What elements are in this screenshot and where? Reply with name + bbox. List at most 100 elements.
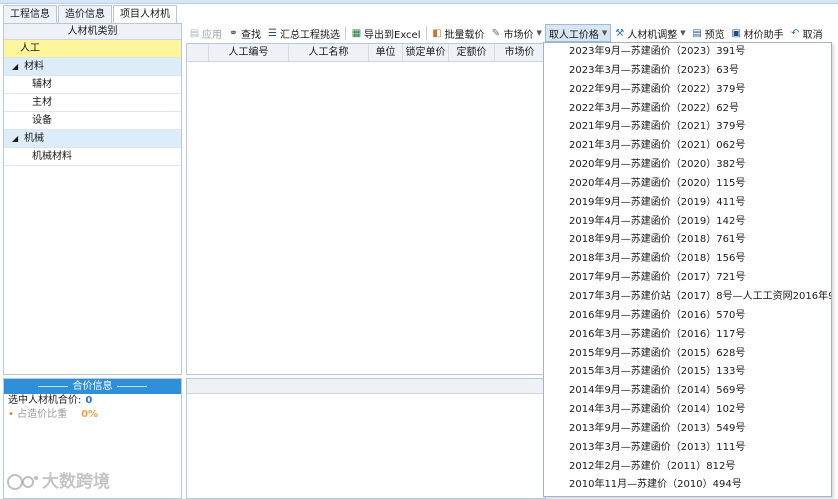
menu-item-labor-price[interactable]: 2017年9月—苏建函价（2017）721号	[544, 269, 831, 288]
category-item-equipment[interactable]: 设备	[4, 112, 181, 130]
column-header-code[interactable]: 人工编号	[209, 44, 289, 62]
menu-item-labor-price[interactable]: 2014年3月—苏建函价（2014）102号	[544, 401, 831, 420]
window-top-strip	[0, 0, 838, 4]
menu-item-labor-price[interactable]: 2023年9月—苏建函价（2023）391号	[544, 43, 831, 62]
find-button[interactable]: ⚭ 查找	[225, 24, 264, 42]
apply-button[interactable]: ▤ 应用	[186, 24, 225, 42]
labor-adjust-label: 人材机调整	[627, 29, 678, 41]
tab-cost-info[interactable]: 造价信息	[58, 5, 112, 23]
category-label: 材料	[24, 61, 44, 72]
bullet-icon: •	[8, 409, 14, 420]
category-label: 机械	[24, 133, 44, 144]
collapse-arrow-icon[interactable]: ◢	[12, 58, 24, 75]
tab-project-materials[interactable]: 项目人材机	[113, 5, 177, 24]
detail-grid-header	[187, 379, 545, 394]
column-header-locked-price[interactable]: 锁定单价	[403, 44, 449, 62]
category-group-materials[interactable]: ◢ 材料	[4, 58, 181, 76]
cancel-button[interactable]: ↶ 取消	[787, 24, 826, 42]
detail-grid	[186, 378, 546, 499]
menu-item-labor-price[interactable]: 2015年3月—苏建函价（2015）133号	[544, 363, 831, 382]
category-item-labor[interactable]: 人工	[4, 40, 181, 58]
category-item-main-material[interactable]: 主材	[4, 94, 181, 112]
category-label: 辅材	[32, 79, 52, 90]
column-header-name[interactable]: 人工名称	[289, 44, 369, 62]
cost-ratio-row: • 占造价比重 0%	[4, 408, 181, 422]
menu-item-labor-price[interactable]: 2015年9月—苏建函价（2015）628号	[544, 345, 831, 364]
menu-item-labor-price[interactable]: 2019年9月—苏建函价（2019）411号	[544, 194, 831, 213]
cost-ratio-value: 0%	[81, 409, 99, 420]
toolbar: ▤ 应用 ⚭ 查找 ☰ 汇总工程挑选 ▦ 导出到Excel ◧ 批量载价 ✎ 市场价 ▼ 取人…	[186, 24, 838, 42]
menu-item-labor-price[interactable]: 2021年9月—苏建函价（2021）379号	[544, 118, 831, 137]
menu-item-labor-price[interactable]: 2014年9月—苏建函价（2014）569号	[544, 382, 831, 401]
menu-item-labor-price[interactable]: 2013年9月—苏建函价（2013）549号	[544, 420, 831, 439]
menu-item-labor-price[interactable]: 2019年4月—苏建函价（2019）142号	[544, 213, 831, 232]
labor-adjust-button[interactable]: ⚒ 人材机调整 ▼	[611, 24, 688, 42]
undo-icon: ↶	[790, 27, 800, 39]
menu-item-labor-price[interactable]: 2021年3月—苏建函价（2021）062号	[544, 137, 831, 156]
tab-project-info[interactable]: 工程信息	[3, 5, 57, 23]
list-icon: ☰	[268, 27, 277, 39]
category-item-machinery-material[interactable]: 机械材料	[4, 148, 181, 166]
category-label: 设备	[32, 115, 52, 126]
price-helper-button[interactable]: ▣ 材价助手	[728, 24, 787, 42]
cancel-label: 取消	[802, 29, 823, 41]
selected-total-row: 选中人材机合价: 0	[4, 394, 181, 408]
apply-label: 应用	[202, 29, 222, 41]
helper-icon: ▣	[731, 27, 741, 39]
menu-item-labor-price[interactable]: 2020年4月—苏建函价（2020）115号	[544, 175, 831, 194]
menu-item-labor-price[interactable]: 2010年11月—苏建价（2010）494号	[544, 476, 831, 495]
binoculars-icon: ⚭	[229, 27, 238, 39]
column-header-market-price[interactable]: 市场价	[495, 44, 545, 62]
excel-icon: ▦	[351, 27, 362, 39]
column-header-index[interactable]	[187, 44, 209, 62]
menu-item-labor-price[interactable]: 2022年9月—苏建函价（2022）379号	[544, 81, 831, 100]
menu-item-labor-price[interactable]: 2020年9月—苏建函价（2020）382号	[544, 156, 831, 175]
category-item-auxiliary[interactable]: 辅材	[4, 76, 181, 94]
batch-price-label: 批量载价	[444, 29, 485, 41]
market-price-button[interactable]: ✎ 市场价 ▼	[488, 24, 545, 42]
menu-item-labor-price[interactable]: 2022年3月—苏建函价（2022）62号	[544, 100, 831, 119]
watermark-text: 大数跨境	[42, 472, 110, 492]
pencil-icon: ✎	[491, 27, 501, 39]
toolbar-separator	[345, 26, 346, 40]
chevron-down-icon: ▼	[601, 29, 608, 37]
menu-item-labor-price[interactable]: 2016年9月—苏建函价（2016）570号	[544, 307, 831, 326]
menu-item-labor-price[interactable]: 2018年9月—苏建函价（2018）761号	[544, 231, 831, 250]
export-excel-button[interactable]: ▦ 导出到Excel	[348, 24, 424, 42]
batch-price-icon: ◧	[432, 27, 442, 39]
category-group-machinery[interactable]: ◢ 机械	[4, 130, 181, 148]
summary-select-label: 汇总工程挑选	[280, 29, 340, 41]
column-header-quota-price[interactable]: 定额价	[449, 44, 495, 62]
labor-grid: 人工编号 人工名称 单位 锁定单价 定额价 市场价	[186, 43, 546, 375]
column-header-unit[interactable]: 单位	[369, 44, 403, 62]
chevron-down-icon: ▼	[680, 29, 686, 37]
get-labor-price-button[interactable]: 取人工价格 ▼	[544, 24, 612, 42]
menu-item-labor-price[interactable]: 2018年3月—苏建函价（2018）156号	[544, 250, 831, 269]
cost-ratio-label: 占造价比重	[17, 409, 68, 420]
apply-icon: ▤	[189, 27, 200, 39]
grid-header: 人工编号 人工名称 单位 锁定单价 定额价 市场价	[187, 44, 545, 62]
menu-item-labor-price[interactable]: 2017年3月—苏建价站（2017）8号—人工工资网2016年9月	[544, 288, 831, 307]
menu-item-labor-price[interactable]: 2013年3月—苏建函价（2013）111号	[544, 439, 831, 458]
summary-select-button[interactable]: ☰ 汇总工程挑选	[264, 24, 343, 42]
category-panel-header: 人材机类别	[4, 24, 181, 40]
menu-item-labor-price[interactable]: 2016年3月—苏建函价（2016）117号	[544, 326, 831, 345]
labor-price-dropdown-menu: 2023年9月—苏建函价（2023）391号 2023年3月—苏建函价（2023…	[543, 42, 832, 497]
preview-label: 预览	[704, 29, 725, 41]
category-label: 主材	[32, 97, 52, 108]
selected-total-value: 0	[85, 395, 93, 406]
menu-item-labor-price[interactable]: 2023年3月—苏建函价（2023）63号	[544, 62, 831, 81]
toolbar-separator	[425, 26, 427, 40]
document-icon: ▤	[692, 27, 702, 39]
collapse-arrow-icon[interactable]: ◢	[12, 130, 24, 147]
preview-button[interactable]: ▤ 预览	[689, 24, 728, 42]
category-panel: 人材机类别 人工 ◢ 材料 辅材 主材 设备 ◢ 机械 机械材料	[3, 23, 182, 375]
category-label: 人工	[20, 43, 40, 54]
batch-price-button[interactable]: ◧ 批量载价	[429, 24, 488, 42]
market-price-label: 市场价	[503, 29, 534, 41]
chevron-down-icon: ▼	[536, 29, 542, 37]
selected-total-label: 选中人材机合价:	[8, 395, 82, 406]
watermark-logo-icon	[7, 474, 38, 490]
menu-item-labor-price[interactable]: 2012年2月—苏建价（2011）812号	[544, 458, 831, 477]
price-helper-label: 材价助手	[743, 29, 784, 41]
